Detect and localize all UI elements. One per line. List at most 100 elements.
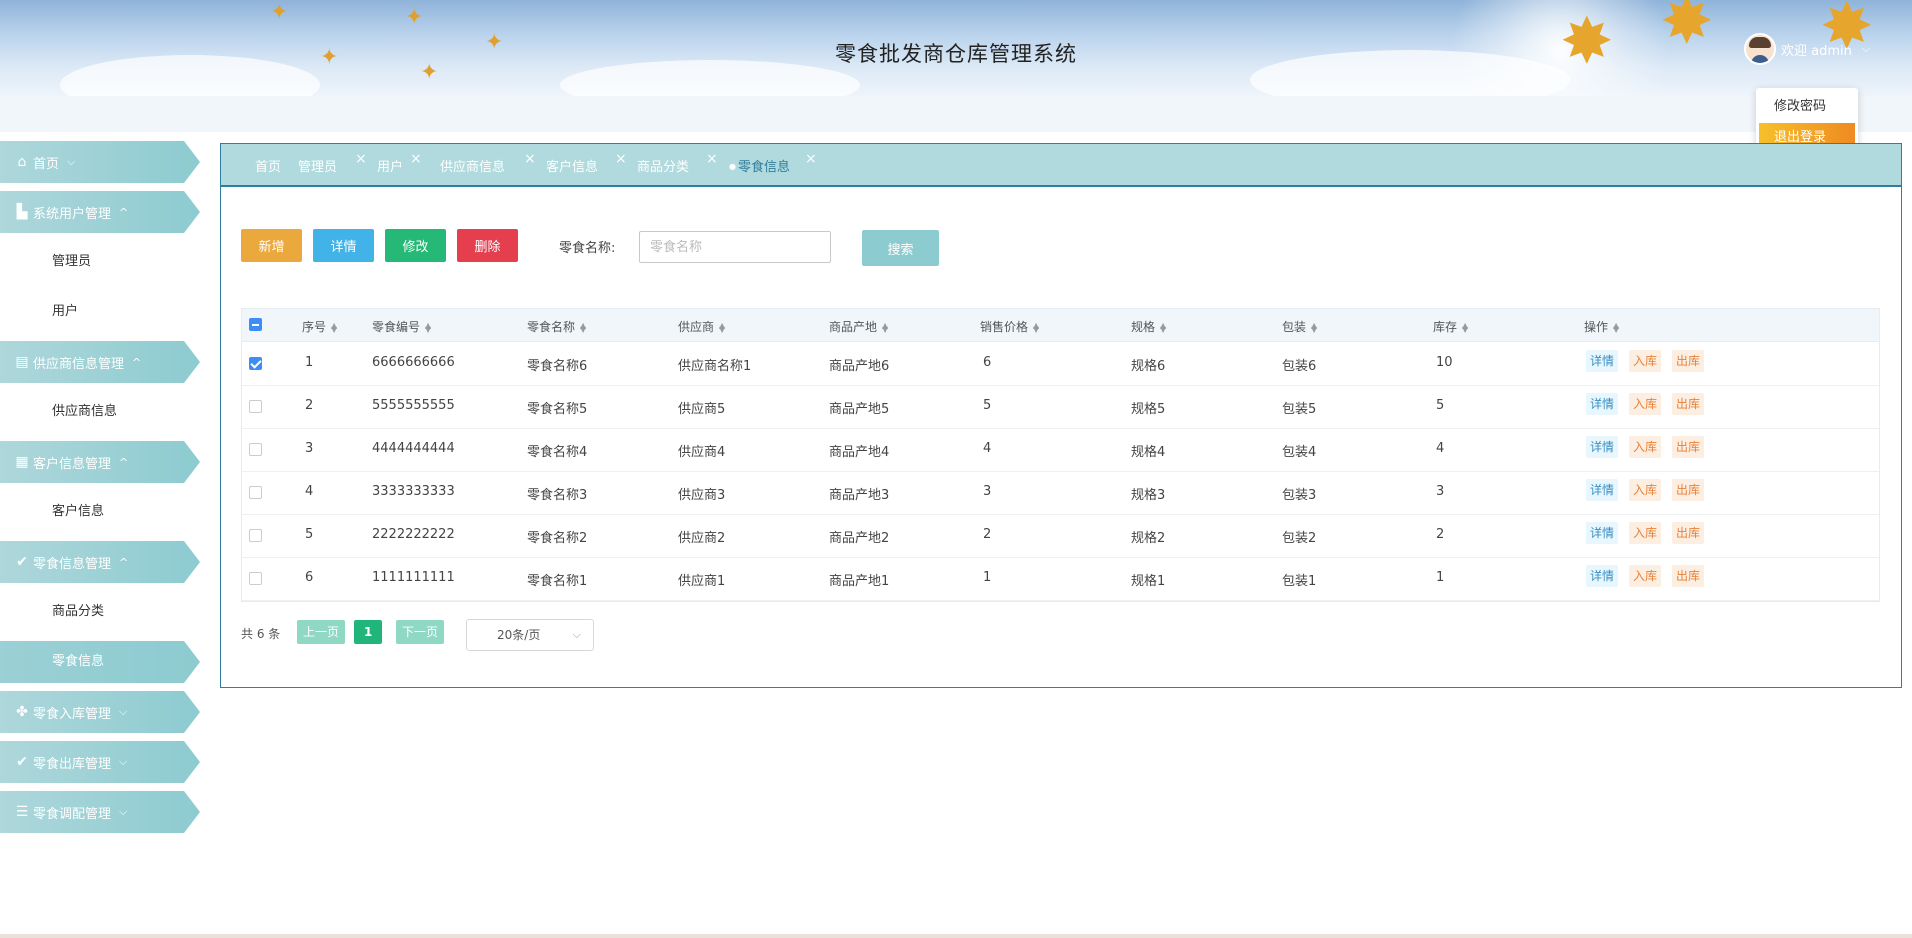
row-checkbox[interactable]: [249, 486, 262, 499]
stock-out-action-button[interactable]: 出库: [1672, 522, 1705, 544]
sidebar-group-stock-in[interactable]: ✤ 零食入库管理 ⌵: [0, 691, 200, 733]
table-row[interactable]: 4 3333333333 零食名称3 供应商3 商品产地3 3 规格3 包装3 3 详情 入库 出库: [242, 471, 1879, 515]
column-header[interactable]: 商品产地 ▲ ▼: [829, 318, 888, 335]
detail-action-button[interactable]: 详情: [1586, 522, 1619, 544]
sidebar-group-snack-info[interactable]: ✔ 零食信息管理 ^: [0, 541, 200, 583]
sidebar-item-snack-info[interactable]: 零食信息: [0, 641, 200, 683]
tab-category[interactable]: 商品分类 ×: [637, 151, 718, 175]
close-icon[interactable]: ×: [805, 151, 817, 167]
table-cell: 10: [1436, 355, 1453, 370]
stock-out-action-button[interactable]: 出库: [1672, 565, 1705, 587]
detail-action-button[interactable]: 详情: [1586, 479, 1619, 501]
tab-customer-info[interactable]: 客户信息 ×: [546, 151, 627, 175]
sidebar-group-supplier[interactable]: ▤ 供应商信息管理 ^: [0, 341, 200, 383]
list-icon: ☰: [15, 804, 29, 820]
stock-in-action-button[interactable]: 入库: [1629, 393, 1662, 415]
detail-action-button[interactable]: 详情: [1586, 350, 1619, 372]
sort-icon: ▲ ▼: [1160, 321, 1167, 334]
row-checkbox[interactable]: [249, 529, 262, 542]
stock-out-action-button[interactable]: 出库: [1672, 393, 1705, 415]
sidebar-group-label: 零食出库管理: [33, 756, 112, 772]
detail-action-button[interactable]: 详情: [1586, 393, 1619, 415]
table-cell: 供应商2: [678, 531, 726, 546]
change-password-item[interactable]: 修改密码: [1759, 92, 1855, 122]
table-row[interactable]: 6 1111111111 零食名称1 供应商1 商品产地1 1 规格1 包装1 1 详情 入库 出库: [242, 557, 1879, 601]
stock-in-action-button[interactable]: 入库: [1629, 479, 1662, 501]
detail-action-button[interactable]: 详情: [1586, 565, 1619, 587]
sidebar-group-stock-out[interactable]: ✔ 零食出库管理 ⌵: [0, 741, 200, 783]
header-banner: ✦ ✦ ✦ ✦ ✦ ✸ ✸ ✸ 零食批发商仓库管理系统 欢迎 admin ⌵: [0, 0, 1912, 96]
tab-admin[interactable]: 管理员 ×: [298, 151, 367, 175]
avatar: [1744, 33, 1776, 65]
delete-button[interactable]: 删除: [457, 229, 518, 262]
stock-out-action-button[interactable]: 出库: [1672, 350, 1705, 372]
column-header[interactable]: 供应商 ▲ ▼: [678, 318, 725, 335]
sidebar-item-customer-info[interactable]: 客户信息: [0, 491, 200, 533]
stock-in-action-button[interactable]: 入库: [1629, 350, 1662, 372]
apps-icon: ✤: [16, 704, 28, 720]
sidebar-item-category[interactable]: 商品分类: [0, 591, 200, 633]
search-button[interactable]: 搜索: [862, 230, 939, 266]
column-header[interactable]: 操作 ▲ ▼: [1584, 318, 1619, 335]
table-row[interactable]: 3 4444444444 零食名称4 供应商4 商品产地4 4 规格4 包装4 4 详情 入库 出库: [242, 428, 1879, 472]
row-checkbox[interactable]: [249, 572, 262, 585]
next-page-button[interactable]: 下一页: [396, 620, 445, 644]
stock-in-action-button[interactable]: 入库: [1629, 565, 1662, 587]
close-icon[interactable]: ×: [524, 151, 536, 167]
detail-action-button[interactable]: 详情: [1586, 436, 1619, 458]
tab-supplier-info[interactable]: 供应商信息 ×: [440, 151, 536, 175]
tab-user[interactable]: 用户 ×: [377, 151, 422, 175]
check-circle-icon: ✔: [16, 554, 28, 570]
row-checkbox[interactable]: [249, 400, 262, 413]
sidebar-item-home[interactable]: ⌂ 首页 ⌵: [0, 141, 200, 183]
select-all-checkbox[interactable]: [249, 318, 262, 331]
table-row[interactable]: 5 2222222222 零食名称2 供应商2 商品产地2 2 规格2 包装2 2 详情 入库 出库: [242, 514, 1879, 558]
prev-page-button[interactable]: 上一页: [297, 620, 346, 644]
column-header[interactable]: 零食名称 ▲ ▼: [527, 318, 586, 335]
stock-in-action-button[interactable]: 入库: [1629, 522, 1662, 544]
column-header[interactable]: 序号 ▲ ▼: [302, 318, 337, 335]
column-header[interactable]: 销售价格 ▲ ▼: [980, 318, 1039, 335]
sort-icon: ▲ ▼: [425, 321, 432, 334]
column-header[interactable]: 库存 ▲ ▼: [1433, 318, 1468, 335]
tab-label: 零食信息: [737, 160, 790, 175]
search-input[interactable]: [639, 231, 831, 263]
close-icon[interactable]: ×: [706, 151, 718, 167]
folder-icon: ▤: [15, 354, 29, 370]
column-header[interactable]: 包装 ▲ ▼: [1282, 318, 1317, 335]
row-checkbox[interactable]: [249, 357, 262, 370]
table-cell: 包装4: [1282, 445, 1317, 460]
add-button[interactable]: 新增: [241, 229, 302, 262]
sidebar-item-user[interactable]: 用户: [0, 291, 200, 333]
tab-snack-info[interactable]: 零食信息 ×: [729, 151, 817, 175]
row-checkbox[interactable]: [249, 443, 262, 456]
sidebar-item-admin[interactable]: 管理员: [0, 241, 200, 283]
sidebar-item-supplier-info[interactable]: 供应商信息: [0, 391, 200, 433]
user-menu-trigger[interactable]: 欢迎 admin ⌵: [1744, 33, 1870, 65]
sidebar-group-label: 客户信息管理: [33, 456, 112, 472]
close-icon[interactable]: ×: [410, 151, 422, 167]
detail-button[interactable]: 详情: [313, 229, 374, 262]
table-cell: 5: [983, 398, 992, 413]
sidebar-group-allocation[interactable]: ☰ 零食调配管理 ⌵: [0, 791, 200, 833]
table-cell: 供应商4: [678, 445, 726, 460]
stock-in-action-button[interactable]: 入库: [1629, 436, 1662, 458]
page-number-button[interactable]: 1: [354, 620, 383, 644]
total-count: 共 6 条: [241, 627, 281, 641]
sidebar-group-system-users[interactable]: ▙ 系统用户管理 ^: [0, 191, 200, 233]
close-icon[interactable]: ×: [355, 151, 367, 167]
table-row[interactable]: 2 5555555555 零食名称5 供应商5 商品产地5 5 规格5 包装5 5 详情 入库 出库: [242, 385, 1879, 429]
edit-button[interactable]: 修改: [385, 229, 446, 262]
table-row[interactable]: 1 6666666666 零食名称6 供应商名称1 商品产地6 6 规格6 包装6 10 详情 入库…: [242, 342, 1879, 386]
stock-out-action-button[interactable]: 出库: [1672, 479, 1705, 501]
close-icon[interactable]: ×: [615, 151, 627, 167]
sidebar-group-customer[interactable]: ▦ 客户信息管理 ^: [0, 441, 200, 483]
column-header[interactable]: 零食编号 ▲ ▼: [372, 318, 431, 335]
column-header[interactable]: 规格 ▲ ▼: [1131, 318, 1166, 335]
page-size-select[interactable]: 20条/页 ⌵: [466, 619, 594, 651]
stock-out-action-button[interactable]: 出库: [1672, 436, 1705, 458]
tab-home[interactable]: 首页: [255, 156, 281, 175]
table-cell: 5: [305, 527, 314, 542]
table-cell: 商品产地6: [829, 359, 890, 374]
sidebar-group-label: 零食入库管理: [33, 706, 112, 722]
